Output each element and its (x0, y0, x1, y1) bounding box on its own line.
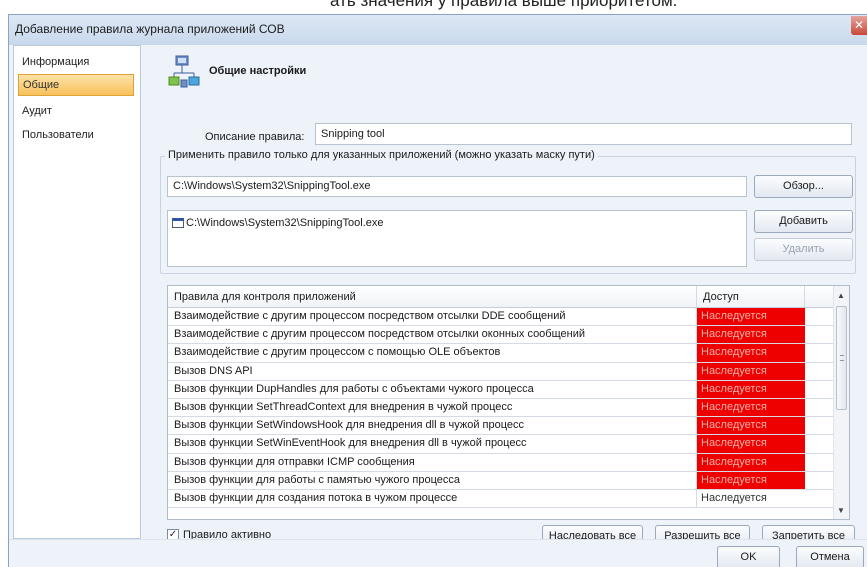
access-cell[interactable]: Наследуется (697, 308, 805, 326)
rule-name-cell: Вызов функции для отправки ICMP сообщени… (168, 453, 697, 471)
table-row[interactable]: Вызов функции для создания потока в чужо… (168, 489, 849, 509)
rule-name-cell: Вызов функции для создания потока в чужо… (168, 489, 697, 508)
rule-name-cell: Взаимодействие с другим процессом посред… (168, 326, 697, 344)
sidebar-item-info[interactable]: Информация (18, 51, 134, 73)
table-row[interactable]: Вызов функции для отправки ICMP сообщени… (168, 453, 849, 472)
browse-button[interactable]: Обзор... (754, 175, 853, 198)
rule-name-cell: Вызов функции SetWindowsHook для внедрен… (168, 417, 697, 435)
grip-icon (840, 355, 844, 361)
sidebar-item-general[interactable]: Общие (18, 74, 134, 96)
description-field[interactable]: Snipping tool (315, 123, 852, 145)
list-item[interactable]: C:\Windows\System32\SnippingTool.exe (172, 217, 742, 229)
description-label: Описание правила: (205, 131, 305, 143)
table-header: Правила для контроля приложений Доступ (168, 286, 849, 308)
table-row[interactable]: Вызов функции SetWinEventHook для внедре… (168, 435, 849, 454)
rule-dialog: Добавление правила журнала приложений СО… (8, 14, 867, 567)
executable-icon (172, 218, 184, 228)
close-button[interactable]: ✕ (851, 16, 867, 35)
table-row[interactable]: Вызов DNS API Наследуется (168, 362, 849, 381)
table-row[interactable]: Взаимодействие с другим процессом посред… (168, 326, 849, 345)
rule-name-cell: Вызов функции DupHandles для работы с об… (168, 380, 697, 398)
title-bar: Добавление правила журнала приложений СО… (9, 15, 867, 45)
header-spacer (805, 286, 835, 307)
access-cell[interactable]: Наследуется (697, 380, 805, 398)
table-row[interactable]: Взаимодействие с другим процессом с помо… (168, 344, 849, 363)
access-cell[interactable]: Наследуется (697, 417, 805, 435)
scroll-down-arrow-icon[interactable]: ▼ (837, 506, 845, 515)
sidebar-item-users[interactable]: Пользователи (18, 124, 134, 146)
apps-group-legend: Применить правило только для указанных п… (165, 149, 598, 161)
table-row[interactable]: Вызов функции SetWindowsHook для внедрен… (168, 417, 849, 436)
rule-name-cell: Взаимодействие с другим процессом с помо… (168, 344, 697, 362)
table-row[interactable]: Вызов функции SetThreadContext для внедр… (168, 398, 849, 418)
app-list[interactable]: C:\Windows\System32\SnippingTool.exe (167, 210, 747, 267)
access-cell[interactable]: Наследуется (697, 344, 805, 362)
scroll-thumb[interactable] (836, 306, 847, 410)
table-row[interactable]: Вызов функции DupHandles для работы с об… (168, 380, 849, 399)
scroll-up-arrow-icon[interactable]: ▲ (837, 291, 845, 300)
table-body: Взаимодействие с другим процессом посред… (168, 308, 849, 509)
content-panel: Общие настройки Описание правила: Snippi… (149, 45, 861, 548)
page-title: Общие настройки (209, 65, 307, 77)
app-path-field[interactable]: C:\Windows\System32\SnippingTool.exe (167, 176, 747, 197)
window-title: Добавление правила журнала приложений СО… (15, 22, 285, 36)
access-cell[interactable]: Наследуется (697, 489, 805, 508)
access-cell[interactable]: Наследуется (697, 362, 805, 380)
cancel-button[interactable]: Отмена (796, 546, 864, 567)
ok-button[interactable]: OK (717, 546, 780, 567)
table-row[interactable]: Взаимодействие с другим процессом посред… (168, 308, 849, 327)
column-header-rule[interactable]: Правила для контроля приложений (168, 286, 697, 307)
rule-name-cell: Вызов функции SetThreadContext для внедр… (168, 398, 697, 417)
table-row[interactable]: Вызов функции для работы с памятью чужог… (168, 471, 849, 490)
sidebar-item-audit[interactable]: Аудит (18, 100, 134, 122)
rule-name-cell: Вызов функции SetWinEventHook для внедре… (168, 435, 697, 453)
access-cell[interactable]: Наследуется (697, 435, 805, 453)
access-cell[interactable]: Наследуется (697, 453, 805, 471)
access-cell[interactable]: Наследуется (697, 326, 805, 344)
rule-name-cell: Вызов функции для работы с памятью чужог… (168, 471, 697, 489)
background-window-strip: ать значения у правила выше приоритетом. (0, 0, 867, 14)
remove-button[interactable]: Удалить (754, 238, 853, 261)
settings-network-icon (168, 55, 200, 88)
rules-table: Правила для контроля приложений Доступ В… (167, 285, 850, 520)
rule-name-cell: Взаимодействие с другим процессом посред… (168, 308, 697, 326)
rule-name-cell: Вызов DNS API (168, 362, 697, 380)
column-header-access[interactable]: Доступ (697, 286, 805, 307)
sidebar: Информация Общие Аудит Пользователи (13, 45, 141, 539)
access-cell[interactable]: Наследуется (697, 398, 805, 417)
add-button[interactable]: Добавить (754, 210, 853, 233)
background-text: ать значения у правила выше приоритетом. (330, 0, 678, 10)
vertical-scrollbar[interactable]: ▲ ▼ (833, 286, 849, 519)
list-item-label: C:\Windows\System32\SnippingTool.exe (186, 217, 384, 229)
access-cell[interactable]: Наследуется (697, 471, 805, 489)
